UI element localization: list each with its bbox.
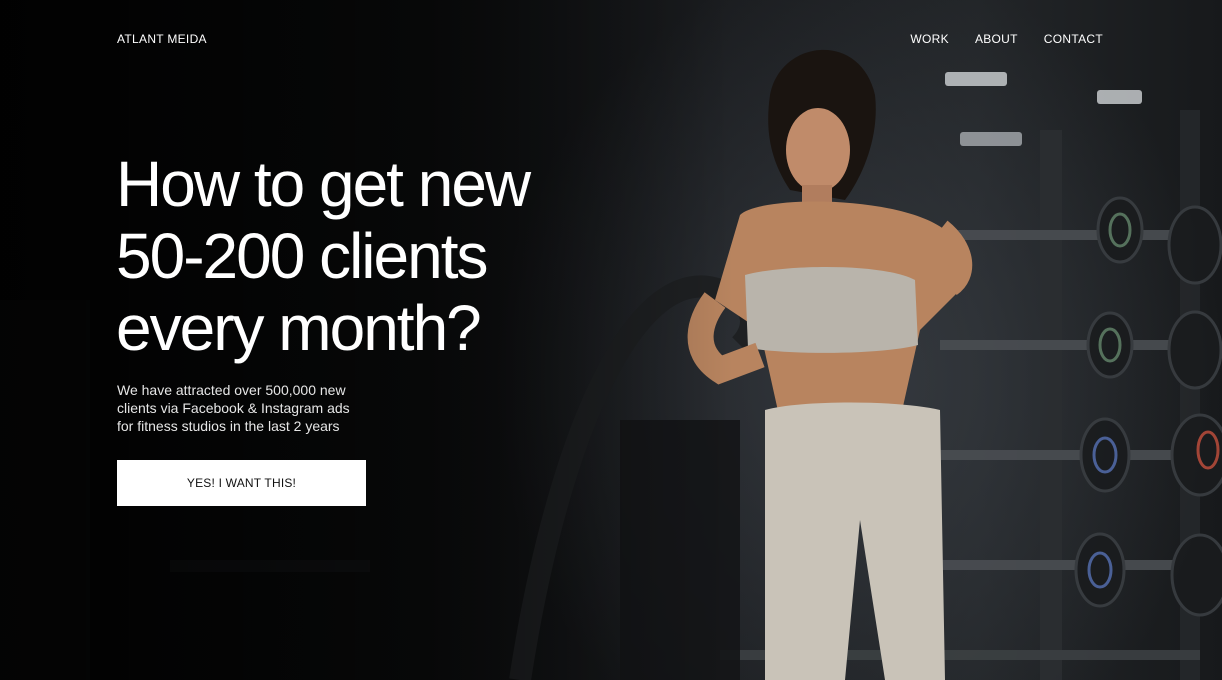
nav-link-work[interactable]: WORK [910,32,949,46]
headline-line: 50-200 clients [116,220,488,292]
headline-line: How to get new [116,148,531,220]
headline-line: every month? [116,292,482,364]
hero-subtext: We have attracted over 500,000 new clien… [117,382,350,434]
nav-link-contact[interactable]: CONTACT [1044,32,1103,46]
main-nav: WORK ABOUT CONTACT [910,32,1103,46]
hero-headline: How to get new 50-200 clients every mont… [116,148,636,364]
nav-link-about[interactable]: ABOUT [975,32,1018,46]
site-logo[interactable]: ATLANT MEIDA [117,32,207,46]
cta-button[interactable]: YES! I WANT THIS! [117,460,366,506]
